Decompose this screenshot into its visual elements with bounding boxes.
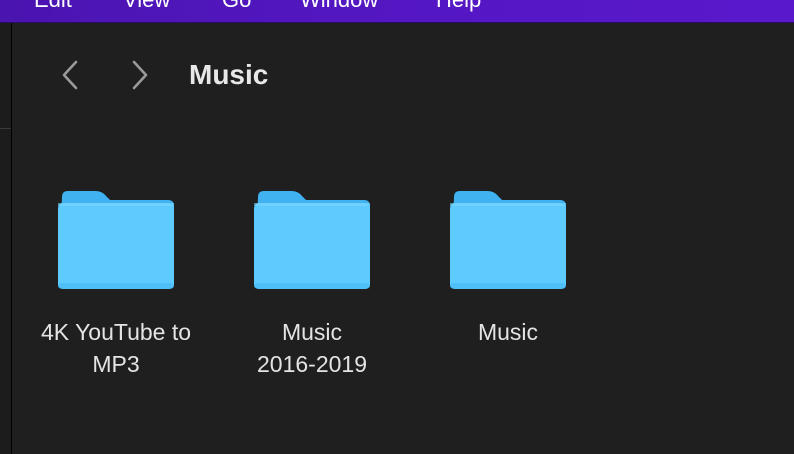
finder-screen: Edit View Go Window Help Music: [0, 0, 794, 454]
folder-label: 4K YouTube to MP3: [18, 316, 214, 380]
back-button[interactable]: [54, 55, 84, 95]
folder-icon: [254, 191, 370, 289]
folder-icon: [58, 191, 174, 289]
window-title: Music: [189, 59, 269, 90]
sidebar: [0, 23, 12, 454]
menu-help[interactable]: Help: [436, 0, 481, 13]
menu-edit[interactable]: Edit: [34, 0, 72, 13]
chevron-right-icon: [132, 60, 148, 90]
chevron-left-icon: [62, 60, 78, 90]
folder-label: Music: [410, 316, 606, 348]
menu-bar: Edit View Go Window Help: [0, 0, 794, 23]
folder-label-line1: 4K YouTube to: [40, 319, 192, 345]
toolbar: Music: [12, 23, 794, 123]
menu-go[interactable]: Go: [222, 0, 251, 13]
folder-label: Music 2016-2019: [214, 316, 410, 380]
folder-label-line2: MP3: [92, 351, 140, 377]
folder-icon: [450, 191, 566, 289]
folder-label-line1: Music: [477, 319, 539, 345]
menu-view[interactable]: View: [123, 0, 170, 13]
folder-label-line1: Music: [281, 319, 343, 345]
sidebar-divider: [0, 128, 11, 129]
forward-button[interactable]: [126, 55, 156, 95]
folder-label-line2: 2016-2019: [257, 351, 367, 377]
folder-grid: 4K YouTube to MP3 Music 2016-2019 Music: [12, 123, 794, 454]
menu-window[interactable]: Window: [300, 0, 378, 13]
